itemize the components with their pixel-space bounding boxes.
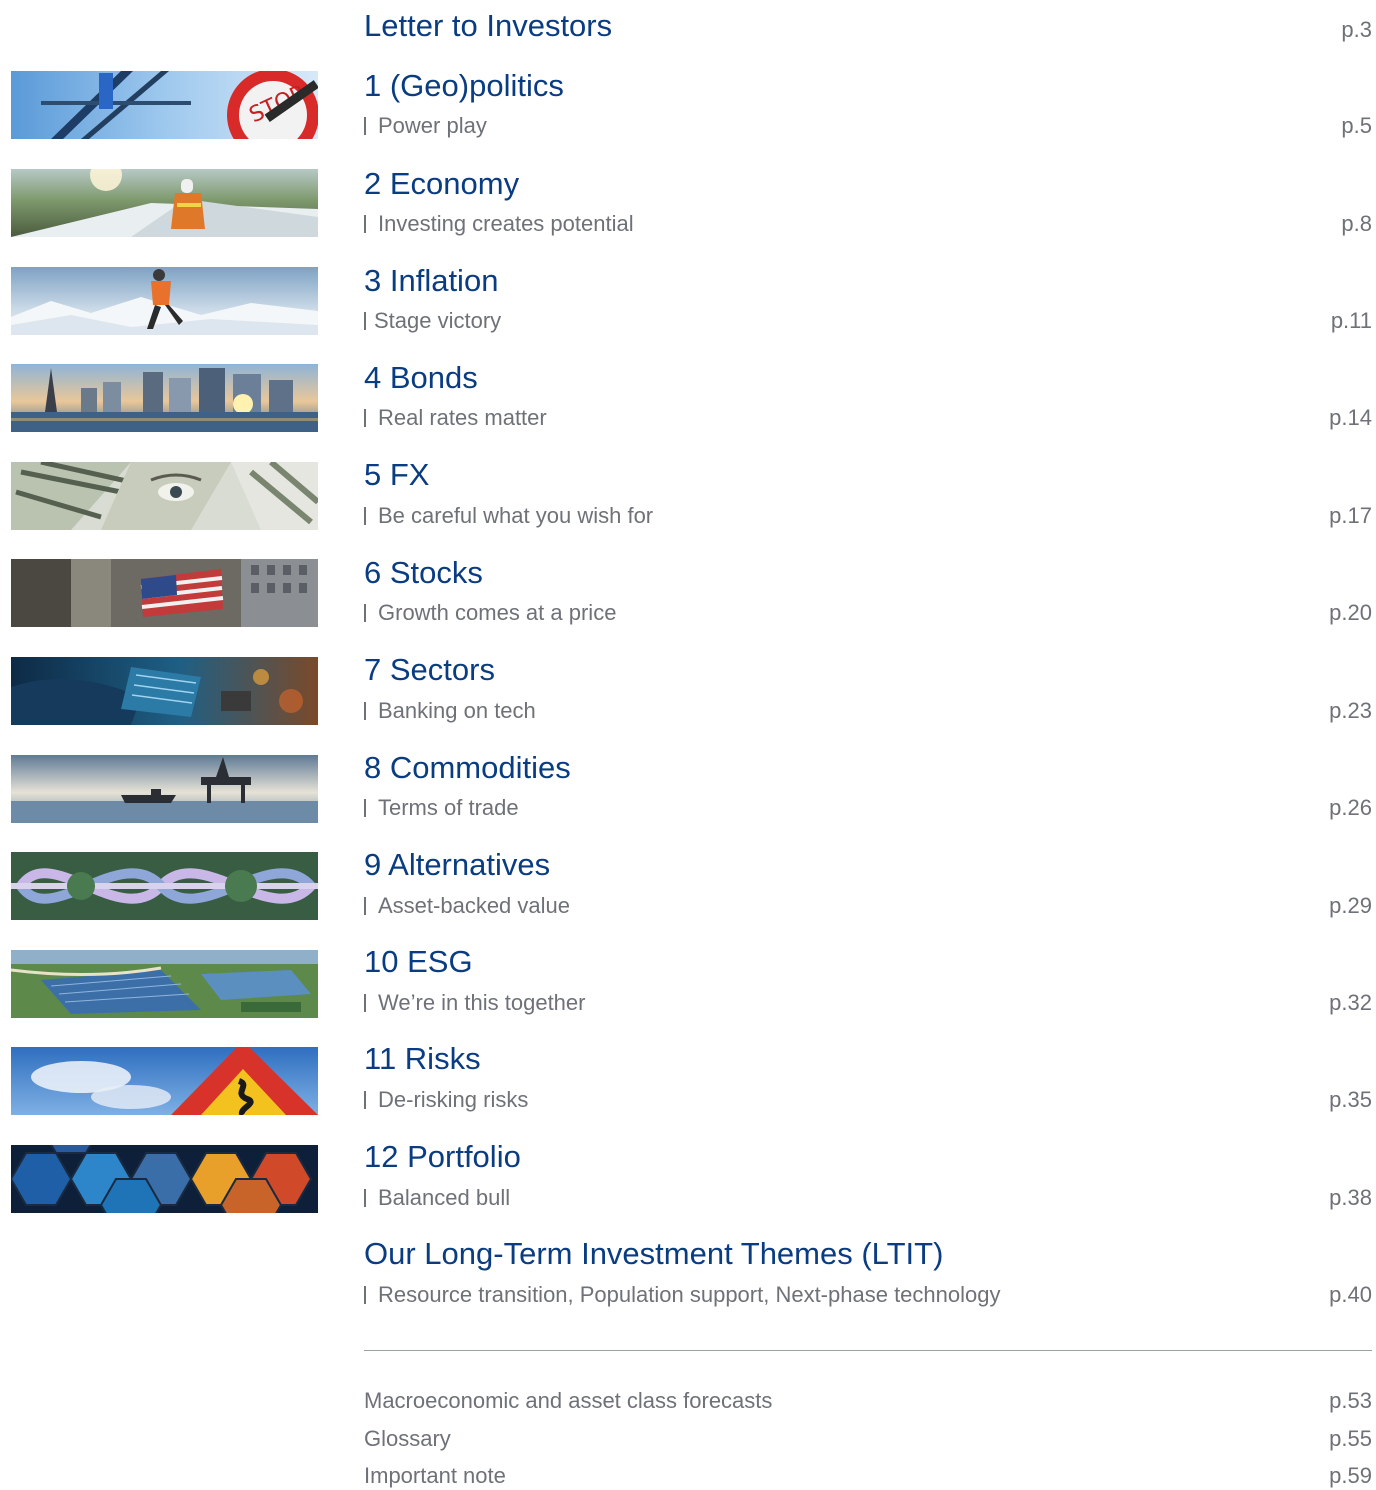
toc-subtitle-text: Asset-backed value	[378, 893, 570, 918]
toc-title-inflation[interactable]: 3 Inflation	[364, 263, 498, 299]
subtitle-bar	[364, 507, 366, 525]
toc-page-geopolitics[interactable]: p.5	[1341, 113, 1372, 139]
toc-subtitle-text: De-risking risks	[378, 1087, 529, 1112]
toc-subtitle-text: Terms of trade	[378, 795, 519, 820]
toc-page-sectors[interactable]: p.23	[1329, 698, 1372, 724]
toc-page-fx[interactable]: p.17	[1329, 503, 1372, 529]
toc-subtitle-inflation: Stage victory	[364, 308, 501, 334]
tech-circuit-image	[11, 657, 318, 725]
toc-page-portfolio[interactable]: p.38	[1329, 1185, 1372, 1211]
subtitle-bar	[364, 799, 366, 817]
toc-title-commodities[interactable]: 8 Commodities	[364, 750, 571, 786]
toc-page-alternatives[interactable]: p.29	[1329, 893, 1372, 919]
toc-title-sectors[interactable]: 7 Sectors	[364, 652, 495, 688]
toc-title-letter[interactable]: Letter to Investors	[364, 8, 612, 44]
toc-title-esg[interactable]: 10 ESG	[364, 944, 473, 980]
toc-subtitle-bonds: Real rates matter	[364, 405, 547, 431]
toc-subtitle-stocks: Growth comes at a price	[364, 600, 616, 626]
subtitle-bar	[364, 897, 366, 915]
subtitle-bar	[364, 1286, 366, 1304]
toc-title-risks[interactable]: 11 Risks	[364, 1041, 481, 1077]
toc-subtitle-risks: De-risking risks	[364, 1087, 528, 1113]
toc-page-ltit[interactable]: p.40	[1329, 1282, 1372, 1308]
toc-page-inflation[interactable]: p.11	[1331, 308, 1372, 334]
toc-subtitle-text: Investing creates potential	[378, 211, 634, 236]
toc-subtitle-ltit: Resource transition, Population support,…	[364, 1282, 1000, 1308]
toc-page-commodities[interactable]: p.26	[1329, 795, 1372, 821]
section-divider	[364, 1350, 1372, 1351]
toc-subtitle-text: Balanced bull	[378, 1185, 511, 1210]
toc-title-stocks[interactable]: 6 Stocks	[364, 555, 483, 591]
winding-road-sign-image	[11, 1047, 318, 1115]
toc-subtitle-text: We’re in this together	[378, 990, 586, 1015]
toc-subtitle-economy: Investing creates potential	[364, 211, 634, 237]
toc-subtitle-text: Power play	[378, 113, 487, 138]
oil-platform-image	[11, 755, 318, 823]
subtitle-bar	[364, 1091, 366, 1109]
toc-page-glossary[interactable]: p.55	[1329, 1426, 1372, 1452]
subtitle-bar	[364, 702, 366, 720]
solar-farm-image	[11, 950, 318, 1018]
toc-subtitle-text: Be careful what you wish for	[378, 503, 654, 528]
toc-page-important-note[interactable]: p.59	[1329, 1463, 1372, 1489]
toc-subtitle-alternatives: Asset-backed value	[364, 893, 570, 919]
toc-page-risks[interactable]: p.35	[1329, 1087, 1372, 1113]
toc-subtitle-geopolitics: Power play	[364, 113, 487, 139]
dollar-bill-image	[11, 462, 318, 530]
subtitle-bar	[364, 117, 366, 135]
toc-title-alternatives[interactable]: 9 Alternatives	[364, 847, 550, 883]
toc-subtitle-sectors: Banking on tech	[364, 698, 536, 724]
subtitle-bar	[364, 312, 366, 330]
toc-subtitle-esg: We’re in this together	[364, 990, 585, 1016]
runner-snow-image	[11, 267, 318, 335]
toc-page-letter[interactable]: p.3	[1341, 17, 1372, 43]
toc-link-important-note[interactable]: Important note	[364, 1463, 506, 1489]
toc-page-esg[interactable]: p.32	[1329, 990, 1372, 1016]
toc-subtitle-commodities: Terms of trade	[364, 795, 519, 821]
toc-page-forecasts[interactable]: p.53	[1329, 1388, 1372, 1414]
toc-title-economy[interactable]: 2 Economy	[364, 166, 519, 202]
toc-subtitle-text: Resource transition, Population support,…	[378, 1282, 1001, 1307]
subtitle-bar	[364, 1189, 366, 1207]
toc-subtitle-text: Banking on tech	[378, 698, 536, 723]
toc-subtitle-text: Growth comes at a price	[378, 600, 617, 625]
toc-link-glossary[interactable]: Glossary	[364, 1426, 451, 1452]
toc-subtitle-portfolio: Balanced bull	[364, 1185, 510, 1211]
stop-sign-image: STOP	[11, 71, 318, 139]
toc-title-fx[interactable]: 5 FX	[364, 457, 429, 493]
city-skyline-image	[11, 364, 318, 432]
toc-link-forecasts[interactable]: Macroeconomic and asset class forecasts	[364, 1388, 772, 1414]
wall-street-flag-image	[11, 559, 318, 627]
subtitle-bar	[364, 604, 366, 622]
subtitle-bar	[364, 409, 366, 427]
toc-page-bonds[interactable]: p.14	[1329, 405, 1372, 431]
toc-title-portfolio[interactable]: 12 Portfolio	[364, 1139, 521, 1175]
toc-title-bonds[interactable]: 4 Bonds	[364, 360, 478, 396]
toc-page-stocks[interactable]: p.20	[1329, 600, 1372, 626]
toc-subtitle-fx: Be careful what you wish for	[364, 503, 653, 529]
subtitle-bar	[364, 215, 366, 233]
toc-subtitle-text: Real rates matter	[378, 405, 547, 430]
highway-interchange-image	[11, 852, 318, 920]
toc-page-economy[interactable]: p.8	[1341, 211, 1372, 237]
toc-subtitle-text: Stage victory	[374, 308, 502, 333]
wind-turbine-worker-image	[11, 169, 318, 237]
toc-title-geopolitics[interactable]: 1 (Geo)politics	[364, 68, 564, 104]
toc-title-ltit[interactable]: Our Long-Term Investment Themes (LTIT)	[364, 1236, 943, 1272]
subtitle-bar	[364, 994, 366, 1012]
hexagon-pattern-image	[11, 1145, 318, 1213]
